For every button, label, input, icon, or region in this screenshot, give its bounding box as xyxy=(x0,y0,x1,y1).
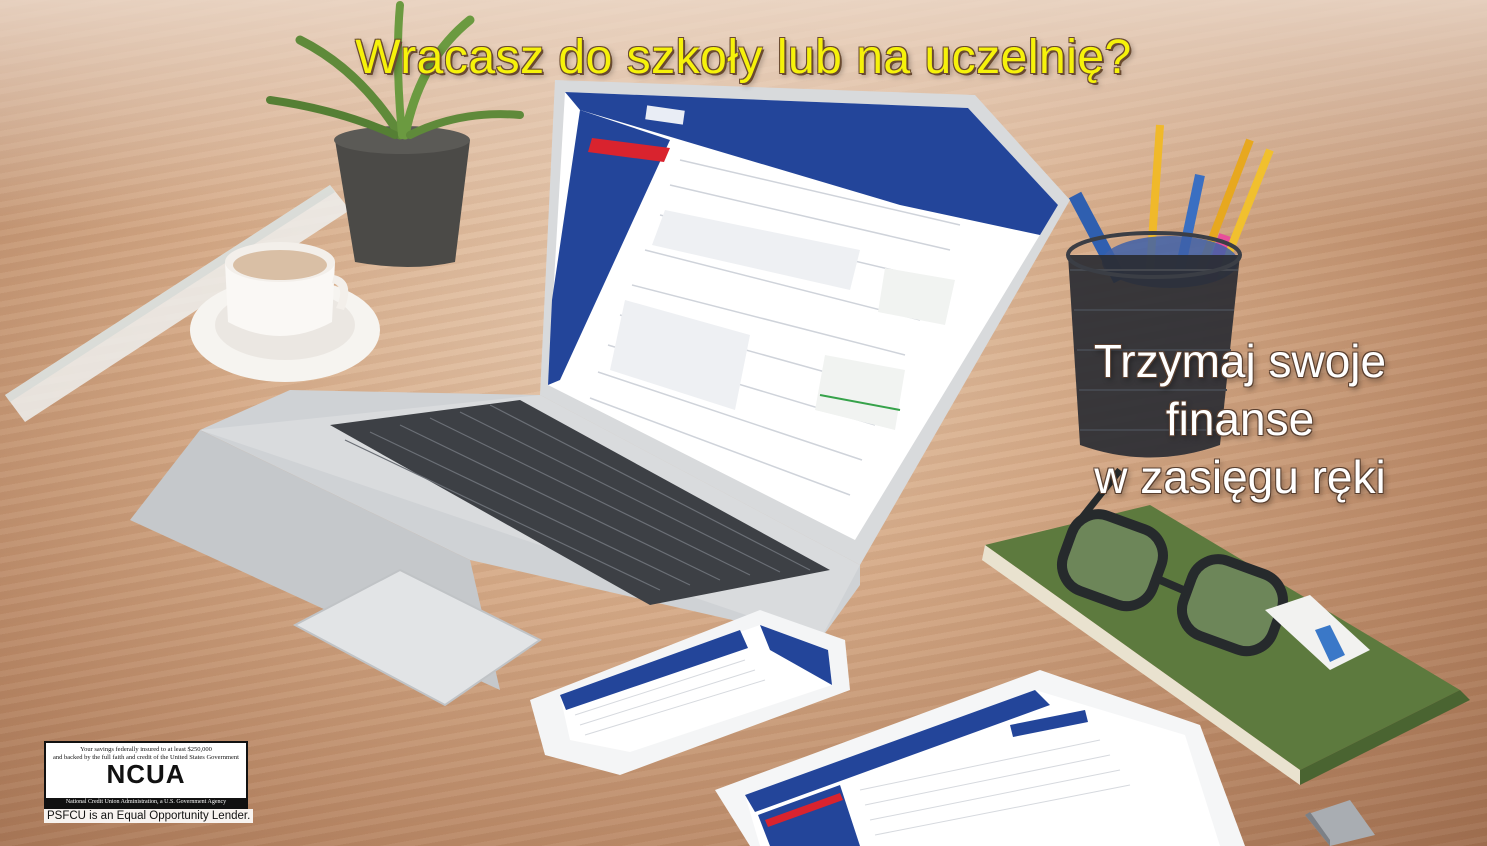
tagline-line-3: w zasięgu ręki xyxy=(1094,451,1386,503)
equal-opportunity-lender: PSFCU is an Equal Opportunity Lender. xyxy=(44,809,254,823)
ncua-logo: NCUA xyxy=(106,759,186,789)
laptop xyxy=(130,80,1070,707)
tagline-line-1: Trzymaj swoje xyxy=(1093,335,1387,387)
headline: Wracasz do szkoły lub na uczelnię? xyxy=(355,31,1132,84)
desk-photo-scene: Wracasz do szkoły lub na uczelnię? Trzym… xyxy=(0,0,1487,846)
smartphone xyxy=(530,610,850,775)
tagline: Trzymaj swoje finanse w zasięgu ręki xyxy=(1020,332,1460,506)
ncua-notice-line-1: Your savings federally insured to at lea… xyxy=(80,746,212,753)
ncua-insurance-badge: Your savings federally insured to at lea… xyxy=(44,741,248,809)
sharpener xyxy=(1305,800,1375,846)
tagline-line-2: finanse xyxy=(1165,393,1315,445)
ncua-agency: National Credit Union Administration, a … xyxy=(46,798,246,807)
